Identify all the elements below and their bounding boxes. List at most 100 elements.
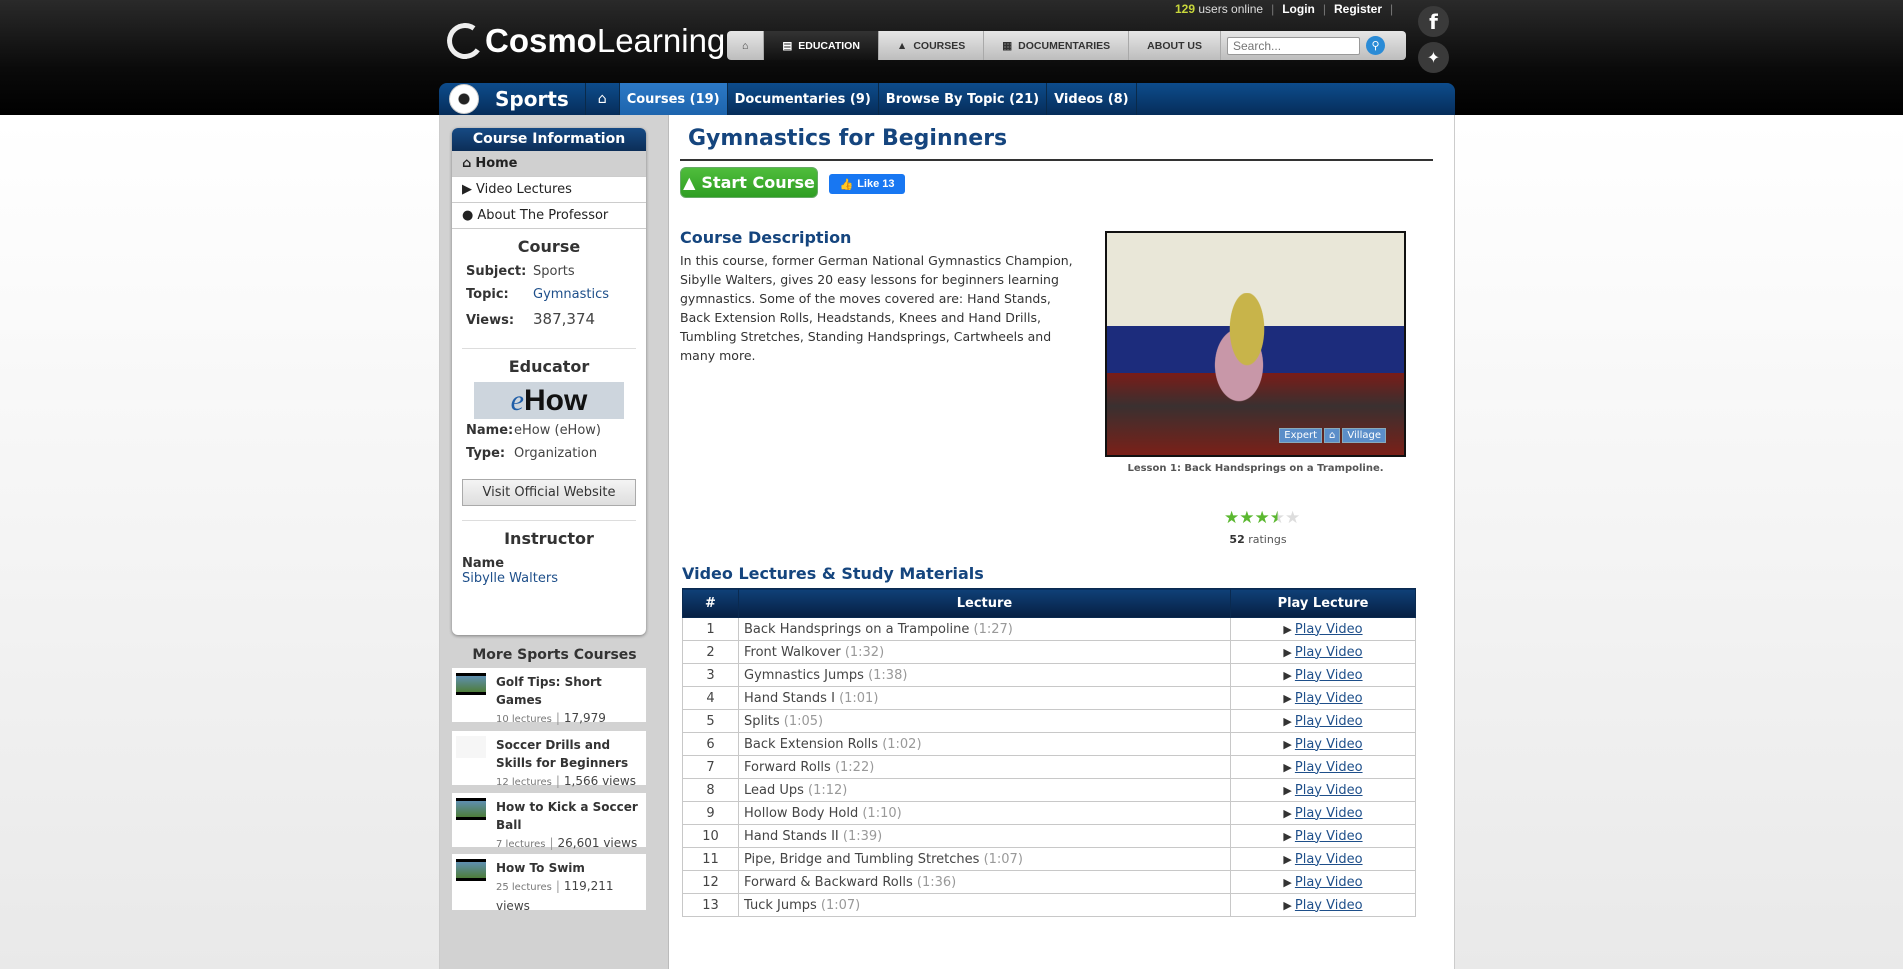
lecture-duration: (1:01) bbox=[839, 690, 879, 706]
lecture-title: Back Handsprings on a Trampoline (1:27) bbox=[738, 617, 1231, 641]
lecture-title: Gymnastics Jumps (1:38) bbox=[738, 663, 1231, 687]
lecture-number: 10 bbox=[682, 824, 739, 848]
video-figure bbox=[1207, 293, 1287, 413]
lecture-duration: (1:05) bbox=[783, 713, 824, 729]
play-cell: ▶ Play Video bbox=[1230, 778, 1416, 802]
play-cell: ▶ Play Video bbox=[1230, 801, 1416, 825]
more-course-card[interactable]: Soccer Drills and Skills for Beginners 12… bbox=[452, 731, 646, 788]
sidebar-link-about-professor[interactable]: ● About The Professor bbox=[452, 203, 646, 229]
play-video-link[interactable]: Play Video bbox=[1295, 852, 1363, 867]
table-row: 11 Pipe, Bridge and Tumbling Stretches (… bbox=[682, 847, 1416, 871]
star-icon[interactable]: ★ bbox=[1224, 510, 1239, 527]
table-row: 10 Hand Stands II (1:39) ▶ Play Video bbox=[682, 824, 1416, 848]
lecture-number: 1 bbox=[682, 617, 739, 641]
rating-stars[interactable]: ★ ★ ★ ★ ★ bbox=[1224, 510, 1300, 527]
section-title[interactable]: Sports bbox=[479, 83, 586, 115]
sidebar-link-home[interactable]: ⌂ Home bbox=[452, 151, 646, 177]
educator-name-row: Name: eHow (eHow) bbox=[466, 423, 601, 438]
nav-education[interactable]: ▤ EDUCATION bbox=[764, 31, 879, 60]
play-video-link[interactable]: Play Video bbox=[1295, 645, 1363, 660]
expert-village-badge: Expert ⌂ Village bbox=[1279, 428, 1386, 443]
nav-about-us[interactable]: ABOUT US bbox=[1129, 31, 1221, 60]
play-cell: ▶ Play Video bbox=[1230, 755, 1416, 779]
facebook-icon[interactable]: f bbox=[1418, 6, 1449, 37]
home-icon: ⌂ bbox=[462, 156, 472, 171]
lecture-duration: (1:10) bbox=[862, 805, 902, 821]
more-course-card[interactable]: Golf Tips: Short Games 10 lectures | 17,979… bbox=[452, 668, 646, 745]
register-link[interactable]: Register bbox=[1334, 2, 1382, 16]
divider: | bbox=[1390, 2, 1394, 16]
play-icon: ▶ bbox=[1283, 783, 1292, 797]
col-number: # bbox=[682, 588, 739, 618]
start-course-button[interactable]: ▲ Start Course bbox=[680, 167, 818, 198]
table-row: 4 Hand Stands I (1:01) ▶ Play Video bbox=[682, 686, 1416, 710]
play-icon: ▶ bbox=[1283, 622, 1292, 636]
instructor-heading: Instructor bbox=[504, 529, 594, 548]
table-row: 6 Back Extension Rolls (1:02) ▶ Play Vide… bbox=[682, 732, 1416, 756]
play-video-link[interactable]: Play Video bbox=[1295, 737, 1363, 752]
educator-heading: Educator bbox=[508, 357, 590, 376]
user-icon: ● bbox=[462, 208, 474, 223]
sidebar-link-video-lectures[interactable]: ▶ Video Lectures bbox=[452, 177, 646, 203]
play-video-link[interactable]: Play Video bbox=[1295, 622, 1363, 637]
site-logo[interactable]: Cosmo Learning bbox=[444, 20, 725, 62]
play-cell: ▶ Play Video bbox=[1230, 709, 1416, 733]
course-description-heading: Course Description bbox=[680, 228, 852, 247]
play-video-link[interactable]: Play Video bbox=[1295, 760, 1363, 775]
play-video-link[interactable]: Play Video bbox=[1295, 668, 1363, 683]
subnav-courses[interactable]: Courses (19) bbox=[619, 83, 728, 115]
play-cell: ▶ Play Video bbox=[1230, 617, 1416, 641]
login-link[interactable]: Login bbox=[1282, 2, 1315, 16]
more-course-card[interactable]: How To Swim 25 lectures | 119,211 views bbox=[452, 854, 646, 913]
play-video-link[interactable]: Play Video bbox=[1295, 806, 1363, 821]
subnav-browse-by-topic[interactable]: Browse By Topic (21) bbox=[879, 83, 1048, 115]
play-video-link[interactable]: Play Video bbox=[1295, 691, 1363, 706]
lecture-duration: (1:02) bbox=[882, 736, 922, 752]
nav-documentaries[interactable]: ▦ DOCUMENTARIES bbox=[984, 31, 1130, 60]
star-icon[interactable]: ★ bbox=[1270, 510, 1285, 527]
section-home-icon[interactable]: ⌂ bbox=[586, 83, 620, 115]
graduation-cap-icon: ▲ bbox=[896, 39, 908, 52]
more-course-card[interactable]: How to Kick a Soccer Ball 7 lectures | 26,6… bbox=[452, 793, 646, 850]
play-video-link[interactable]: Play Video bbox=[1295, 875, 1363, 890]
lecture-number: 11 bbox=[682, 847, 739, 871]
lecture-duration: (1:27) bbox=[973, 621, 1013, 637]
instructor-name-link[interactable]: Sibylle Walters bbox=[452, 571, 646, 586]
course-info-heading: Course Information bbox=[452, 128, 646, 151]
search-button[interactable]: ⚲ bbox=[1366, 36, 1385, 55]
lectures-heading: Video Lectures & Study Materials bbox=[682, 564, 984, 583]
twitter-icon[interactable]: ✦ bbox=[1418, 42, 1449, 73]
content-wrapper: Course Information ⌂ Home ▶ Video Lectures… bbox=[439, 115, 1455, 969]
lecture-title: Hand Stands I (1:01) bbox=[738, 686, 1231, 710]
search-input[interactable] bbox=[1227, 36, 1360, 55]
lecture-duration: (1:07) bbox=[820, 897, 861, 913]
subnav-documentaries[interactable]: Documentaries (9) bbox=[728, 83, 879, 115]
play-video-link[interactable]: Play Video bbox=[1295, 714, 1363, 729]
table-row: 12 Forward & Backward Rolls (1:36) ▶ Play… bbox=[682, 870, 1416, 894]
lecture-number: 6 bbox=[682, 732, 739, 756]
search-icon: ⚲ bbox=[1371, 39, 1380, 52]
play-video-link[interactable]: Play Video bbox=[1295, 829, 1363, 844]
subnav-videos[interactable]: Videos (8) bbox=[1047, 83, 1137, 115]
video-thumbnail[interactable]: Expert ⌂ Village bbox=[1105, 231, 1406, 457]
play-cell: ▶ Play Video bbox=[1230, 663, 1416, 687]
table-row: 13 Tuck Jumps (1:07) ▶ Play Video bbox=[682, 893, 1416, 917]
star-icon[interactable]: ★ bbox=[1239, 510, 1254, 527]
visit-website-button[interactable]: Visit Official Website bbox=[462, 479, 636, 506]
play-cell: ▶ Play Video bbox=[1230, 686, 1416, 710]
star-icon[interactable]: ★ bbox=[1285, 510, 1300, 527]
topic-link[interactable]: Gymnastics bbox=[533, 287, 609, 302]
play-video-link[interactable]: Play Video bbox=[1295, 783, 1363, 798]
star-icon[interactable]: ★ bbox=[1255, 510, 1270, 527]
film-icon: ▦ bbox=[1002, 39, 1013, 52]
play-video-link[interactable]: Play Video bbox=[1295, 898, 1363, 913]
lecture-title: Back Extension Rolls (1:02) bbox=[738, 732, 1231, 756]
nav-home[interactable]: ⌂ bbox=[727, 31, 765, 60]
nav-courses[interactable]: ▲ COURSES bbox=[879, 31, 985, 60]
facebook-like-button[interactable]: 👍 Like 13 bbox=[829, 174, 905, 194]
subject-value: Sports bbox=[533, 264, 575, 279]
educator-type-row: Type: Organization bbox=[466, 446, 598, 461]
thumbs-up-icon: 👍 bbox=[839, 178, 854, 191]
site-header: 129 users online | Login | Register | Co… bbox=[0, 0, 1903, 115]
lecture-title: Hand Stands II (1:39) bbox=[738, 824, 1231, 848]
